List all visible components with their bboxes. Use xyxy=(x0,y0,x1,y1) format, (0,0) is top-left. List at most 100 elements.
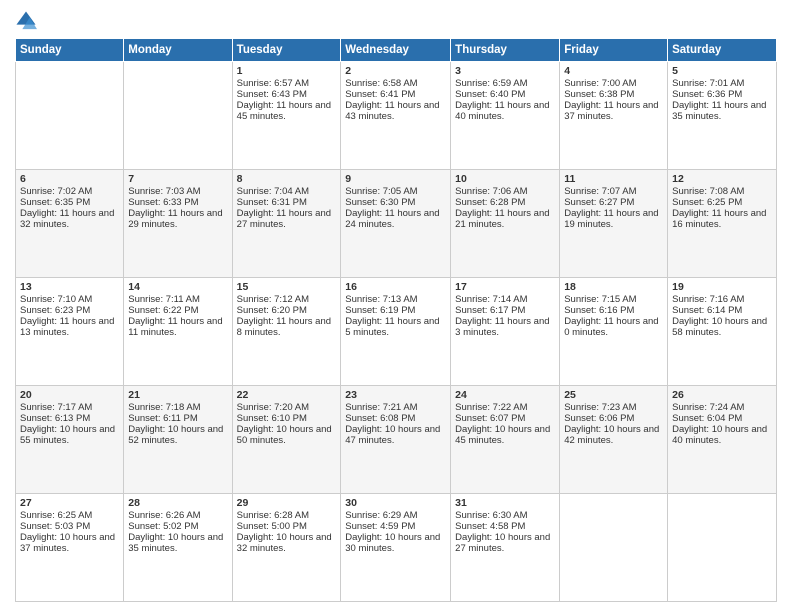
day-number: 4 xyxy=(564,65,663,77)
day-info: Daylight: 10 hours and 35 minutes. xyxy=(128,532,227,554)
day-info: Daylight: 11 hours and 29 minutes. xyxy=(128,208,227,230)
day-number: 30 xyxy=(345,497,446,509)
day-info: Sunset: 6:27 PM xyxy=(564,197,663,208)
day-info: Sunset: 6:30 PM xyxy=(345,197,446,208)
day-info: Daylight: 11 hours and 40 minutes. xyxy=(455,100,555,122)
day-info: Sunset: 5:03 PM xyxy=(20,521,119,532)
weekday-header-sunday: Sunday xyxy=(16,39,124,62)
day-info: Sunset: 6:11 PM xyxy=(128,413,227,424)
day-info: Sunset: 6:41 PM xyxy=(345,89,446,100)
day-info: Sunrise: 7:01 AM xyxy=(672,78,772,89)
calendar-cell: 27Sunrise: 6:25 AMSunset: 5:03 PMDayligh… xyxy=(16,494,124,602)
day-info: Sunset: 6:33 PM xyxy=(128,197,227,208)
day-info: Sunrise: 7:10 AM xyxy=(20,294,119,305)
day-info: Sunrise: 7:08 AM xyxy=(672,186,772,197)
calendar-cell: 3Sunrise: 6:59 AMSunset: 6:40 PMDaylight… xyxy=(451,62,560,170)
day-info: Daylight: 11 hours and 24 minutes. xyxy=(345,208,446,230)
day-info: Sunset: 6:40 PM xyxy=(455,89,555,100)
day-info: Daylight: 11 hours and 3 minutes. xyxy=(455,316,555,338)
day-info: Sunset: 6:25 PM xyxy=(672,197,772,208)
day-info: Sunrise: 6:29 AM xyxy=(345,510,446,521)
day-info: Daylight: 11 hours and 32 minutes. xyxy=(20,208,119,230)
day-info: Sunrise: 6:58 AM xyxy=(345,78,446,89)
day-info: Sunset: 6:10 PM xyxy=(237,413,337,424)
day-number: 7 xyxy=(128,173,227,185)
calendar-cell: 19Sunrise: 7:16 AMSunset: 6:14 PMDayligh… xyxy=(668,278,777,386)
calendar-cell: 9Sunrise: 7:05 AMSunset: 6:30 PMDaylight… xyxy=(341,170,451,278)
day-info: Sunrise: 6:28 AM xyxy=(237,510,337,521)
calendar-cell: 2Sunrise: 6:58 AMSunset: 6:41 PMDaylight… xyxy=(341,62,451,170)
weekday-header-monday: Monday xyxy=(124,39,232,62)
day-info: Sunset: 6:16 PM xyxy=(564,305,663,316)
day-info: Sunset: 6:04 PM xyxy=(672,413,772,424)
day-info: Sunset: 6:08 PM xyxy=(345,413,446,424)
day-info: Sunrise: 7:12 AM xyxy=(237,294,337,305)
day-info: Sunrise: 7:18 AM xyxy=(128,402,227,413)
logo xyxy=(15,10,41,32)
day-info: Daylight: 11 hours and 8 minutes. xyxy=(237,316,337,338)
day-number: 15 xyxy=(237,281,337,293)
calendar-cell: 12Sunrise: 7:08 AMSunset: 6:25 PMDayligh… xyxy=(668,170,777,278)
day-info: Sunrise: 7:15 AM xyxy=(564,294,663,305)
day-info: Daylight: 10 hours and 58 minutes. xyxy=(672,316,772,338)
day-info: Sunrise: 7:02 AM xyxy=(20,186,119,197)
week-row-4: 20Sunrise: 7:17 AMSunset: 6:13 PMDayligh… xyxy=(16,386,777,494)
day-number: 22 xyxy=(237,389,337,401)
calendar-cell: 5Sunrise: 7:01 AMSunset: 6:36 PMDaylight… xyxy=(668,62,777,170)
day-info: Sunrise: 7:21 AM xyxy=(345,402,446,413)
day-number: 31 xyxy=(455,497,555,509)
day-info: Sunrise: 7:14 AM xyxy=(455,294,555,305)
day-info: Sunrise: 7:23 AM xyxy=(564,402,663,413)
calendar-cell: 28Sunrise: 6:26 AMSunset: 5:02 PMDayligh… xyxy=(124,494,232,602)
day-info: Daylight: 11 hours and 0 minutes. xyxy=(564,316,663,338)
day-number: 3 xyxy=(455,65,555,77)
day-number: 11 xyxy=(564,173,663,185)
day-info: Sunrise: 7:04 AM xyxy=(237,186,337,197)
calendar-cell: 10Sunrise: 7:06 AMSunset: 6:28 PMDayligh… xyxy=(451,170,560,278)
day-info: Daylight: 11 hours and 45 minutes. xyxy=(237,100,337,122)
calendar-cell xyxy=(124,62,232,170)
day-info: Sunrise: 6:59 AM xyxy=(455,78,555,89)
logo-icon xyxy=(15,10,37,32)
calendar-cell: 30Sunrise: 6:29 AMSunset: 4:59 PMDayligh… xyxy=(341,494,451,602)
day-info: Sunrise: 6:25 AM xyxy=(20,510,119,521)
calendar-cell: 15Sunrise: 7:12 AMSunset: 6:20 PMDayligh… xyxy=(232,278,341,386)
day-number: 9 xyxy=(345,173,446,185)
day-info: Daylight: 10 hours and 27 minutes. xyxy=(455,532,555,554)
day-info: Sunset: 6:31 PM xyxy=(237,197,337,208)
day-info: Daylight: 10 hours and 40 minutes. xyxy=(672,424,772,446)
day-info: Sunrise: 7:06 AM xyxy=(455,186,555,197)
day-number: 19 xyxy=(672,281,772,293)
day-info: Sunset: 6:22 PM xyxy=(128,305,227,316)
day-info: Daylight: 11 hours and 43 minutes. xyxy=(345,100,446,122)
day-number: 12 xyxy=(672,173,772,185)
day-info: Sunrise: 7:17 AM xyxy=(20,402,119,413)
day-number: 2 xyxy=(345,65,446,77)
calendar-cell: 20Sunrise: 7:17 AMSunset: 6:13 PMDayligh… xyxy=(16,386,124,494)
calendar-cell: 11Sunrise: 7:07 AMSunset: 6:27 PMDayligh… xyxy=(560,170,668,278)
calendar-table: SundayMondayTuesdayWednesdayThursdayFrid… xyxy=(15,38,777,602)
calendar-cell: 26Sunrise: 7:24 AMSunset: 6:04 PMDayligh… xyxy=(668,386,777,494)
week-row-3: 13Sunrise: 7:10 AMSunset: 6:23 PMDayligh… xyxy=(16,278,777,386)
weekday-header-saturday: Saturday xyxy=(668,39,777,62)
day-info: Sunrise: 7:07 AM xyxy=(564,186,663,197)
calendar-cell: 31Sunrise: 6:30 AMSunset: 4:58 PMDayligh… xyxy=(451,494,560,602)
day-info: Daylight: 10 hours and 30 minutes. xyxy=(345,532,446,554)
day-number: 25 xyxy=(564,389,663,401)
day-number: 21 xyxy=(128,389,227,401)
calendar-cell: 24Sunrise: 7:22 AMSunset: 6:07 PMDayligh… xyxy=(451,386,560,494)
day-info: Sunrise: 7:16 AM xyxy=(672,294,772,305)
day-info: Sunset: 5:00 PM xyxy=(237,521,337,532)
calendar-cell: 8Sunrise: 7:04 AMSunset: 6:31 PMDaylight… xyxy=(232,170,341,278)
week-row-1: 1Sunrise: 6:57 AMSunset: 6:43 PMDaylight… xyxy=(16,62,777,170)
day-number: 18 xyxy=(564,281,663,293)
day-info: Daylight: 11 hours and 27 minutes. xyxy=(237,208,337,230)
day-info: Sunrise: 6:26 AM xyxy=(128,510,227,521)
day-info: Daylight: 10 hours and 45 minutes. xyxy=(455,424,555,446)
calendar-cell xyxy=(16,62,124,170)
day-number: 23 xyxy=(345,389,446,401)
day-info: Sunset: 4:59 PM xyxy=(345,521,446,532)
calendar-cell: 17Sunrise: 7:14 AMSunset: 6:17 PMDayligh… xyxy=(451,278,560,386)
day-number: 26 xyxy=(672,389,772,401)
calendar-cell: 14Sunrise: 7:11 AMSunset: 6:22 PMDayligh… xyxy=(124,278,232,386)
